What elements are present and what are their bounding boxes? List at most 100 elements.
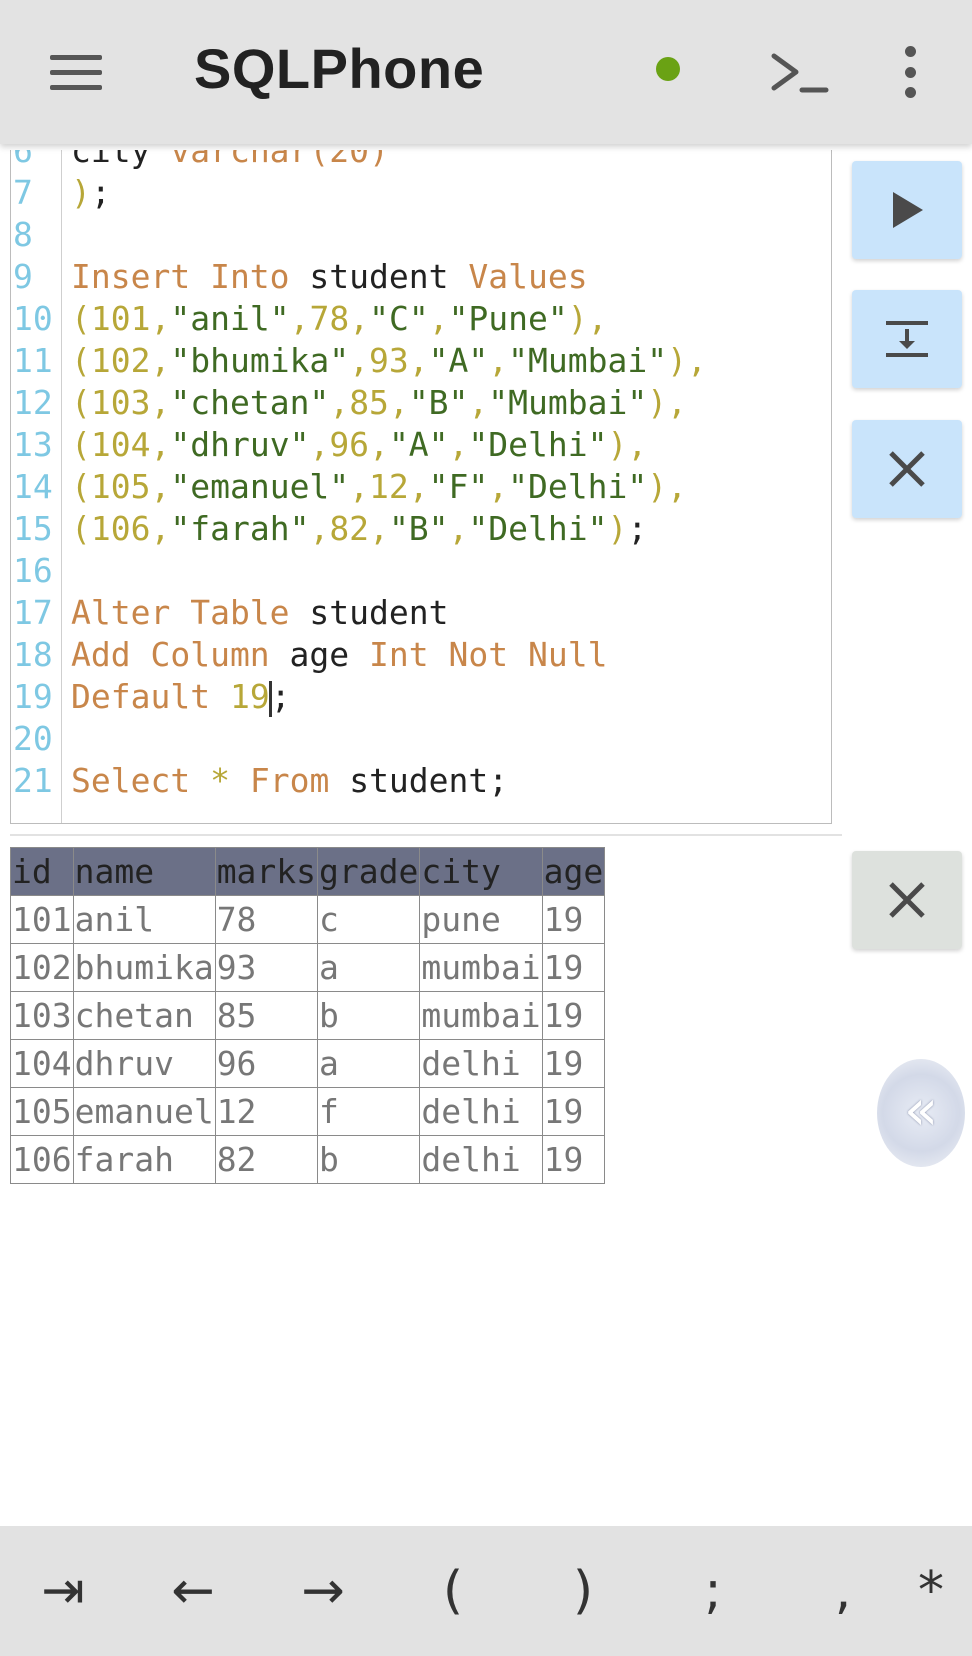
code-line[interactable]: 16	[11, 550, 71, 592]
code-token: ,	[448, 425, 469, 464]
code-token: "B"	[408, 383, 469, 422]
code-token: ),	[567, 299, 608, 338]
run-button[interactable]	[852, 161, 962, 259]
code-token: 12	[369, 467, 409, 506]
tab-key[interactable]: ⇥	[8, 1556, 118, 1626]
line-number: 7	[13, 173, 33, 212]
code-line[interactable]: 8	[11, 214, 71, 256]
code-token: ,	[150, 509, 171, 548]
code-line[interactable]: 18 Add Column age Int Not Null	[11, 634, 607, 676]
line-number: 16	[13, 551, 53, 590]
table-cell-marks: 78	[214, 895, 319, 944]
code-line[interactable]: 11 (102,"bhumika",93,"A","Mumbai"),	[11, 340, 707, 382]
line-number: 6	[13, 150, 33, 170]
code-line[interactable]: 9 Insert Into student Values	[11, 256, 588, 298]
close-icon	[889, 451, 925, 487]
more-vert-icon[interactable]	[890, 42, 930, 102]
code-token: "farah"	[170, 509, 310, 548]
code-token: "Delhi"	[468, 509, 608, 548]
close-results-button[interactable]	[852, 851, 962, 949]
code-token: ,	[488, 467, 509, 506]
code-token: Alter Table	[71, 593, 290, 632]
table-cell-age: 19	[541, 1135, 606, 1184]
double-chevron-left-icon: «	[903, 1077, 939, 1143]
open-paren-key[interactable]: (	[398, 1556, 508, 1626]
code-text: (104,"dhruv",96,"A","Delhi"),	[71, 425, 647, 464]
table-cell-name: bhumika	[72, 943, 216, 992]
table-cell-city: delhi	[419, 1135, 543, 1184]
table-header-row: id name marks grade city age	[10, 847, 606, 896]
code-line[interactable]: 19 Default 19;	[11, 676, 291, 718]
symbol-key-bar: ⇥ ← → ();, *	[0, 1526, 972, 1656]
code-line[interactable]: 10 (101,"anil",78,"C","Pune"),	[11, 298, 608, 340]
code-token: 93	[369, 341, 409, 380]
code-text: (105,"emanuel",12,"F","Delhi"),	[71, 467, 687, 506]
code-token: ),	[607, 425, 648, 464]
code-token: 104	[90, 425, 151, 464]
code-token: (	[71, 299, 91, 338]
table-cell-id: 101	[10, 895, 74, 944]
sql-editor[interactable]: 6 city varchar(20) 7); 8 9 Insert Into studen…	[10, 150, 832, 824]
table-row: 101 anil 78 c pune 19	[10, 895, 606, 944]
left-arrow-key[interactable]: ←	[138, 1556, 248, 1626]
code-token: ,	[309, 425, 330, 464]
code-line[interactable]: 14 (105,"emanuel",12,"F","Delhi"),	[11, 466, 687, 508]
close-paren-key[interactable]: )	[528, 1556, 638, 1626]
clear-editor-button[interactable]	[852, 420, 962, 518]
code-token: student	[289, 593, 449, 632]
asterisk-key[interactable]: *	[918, 1556, 972, 1626]
code-token: "Pune"	[448, 299, 568, 338]
code-token: city	[71, 150, 171, 170]
table-cell-name: emanuel	[72, 1087, 216, 1136]
code-token: ,	[150, 425, 171, 464]
code-token: 102	[90, 341, 151, 380]
code-line[interactable]: 17 Alter Table student	[11, 592, 449, 634]
close-icon	[889, 882, 925, 918]
line-number: 14	[13, 467, 53, 506]
code-text: );	[71, 173, 111, 212]
code-token: ,	[349, 341, 370, 380]
code-line[interactable]: 15 (106,"farah",82,"B","Delhi");	[11, 508, 647, 550]
line-number: 12	[13, 383, 53, 422]
code-line[interactable]: 13 (104,"dhruv",96,"A","Delhi"),	[11, 424, 647, 466]
right-arrow-key[interactable]: →	[268, 1556, 378, 1626]
play-icon	[893, 192, 923, 228]
hamburger-menu-icon[interactable]	[40, 42, 112, 102]
code-token: ,	[468, 383, 489, 422]
code-token: ;	[90, 173, 111, 212]
code-text: (106,"farah",82,"B","Delhi");	[71, 509, 647, 548]
code-token: ),	[647, 383, 687, 422]
table-cell-id: 104	[10, 1039, 74, 1088]
code-token: Values	[468, 257, 588, 296]
code-token: ),	[647, 467, 687, 506]
code-line[interactable]: 12 (103,"chetan",85,"B","Mumbai"),	[11, 382, 687, 424]
line-number: 17	[13, 593, 53, 632]
code-token: ,	[329, 383, 350, 422]
line-number: 15	[13, 509, 53, 548]
table-cell-marks: 12	[214, 1087, 319, 1136]
comma-key[interactable]: ,	[788, 1556, 898, 1626]
table-cell-id: 106	[10, 1135, 74, 1184]
code-line[interactable]: 21 Select * From student;	[11, 760, 508, 802]
code-line[interactable]: 7);	[11, 172, 111, 214]
code-text: Select * From student;	[71, 761, 508, 800]
table-cell-grade: a	[317, 943, 421, 992]
code-token: Int Not Null	[369, 635, 608, 674]
code-token: (	[71, 509, 91, 548]
code-line[interactable]: 6 city varchar(20)	[11, 150, 389, 172]
code-line[interactable]: 20	[11, 718, 71, 760]
code-token: )	[71, 173, 91, 212]
code-token: "chetan"	[170, 383, 330, 422]
connection-status-indicator	[656, 57, 680, 81]
table-row: 106 farah 82 b delhi 19	[10, 1135, 606, 1184]
collapse-panel-button[interactable]: «	[877, 1059, 965, 1167]
scroll-to-bottom-button[interactable]	[852, 290, 962, 388]
code-token: "Mumbai"	[488, 383, 648, 422]
table-cell-city: pune	[419, 895, 543, 944]
code-text: city varchar(20)	[71, 150, 389, 170]
code-token: "A"	[388, 425, 449, 464]
terminal-icon[interactable]	[760, 40, 840, 104]
semicolon-key[interactable]: ;	[658, 1556, 768, 1626]
code-token: (	[71, 383, 91, 422]
